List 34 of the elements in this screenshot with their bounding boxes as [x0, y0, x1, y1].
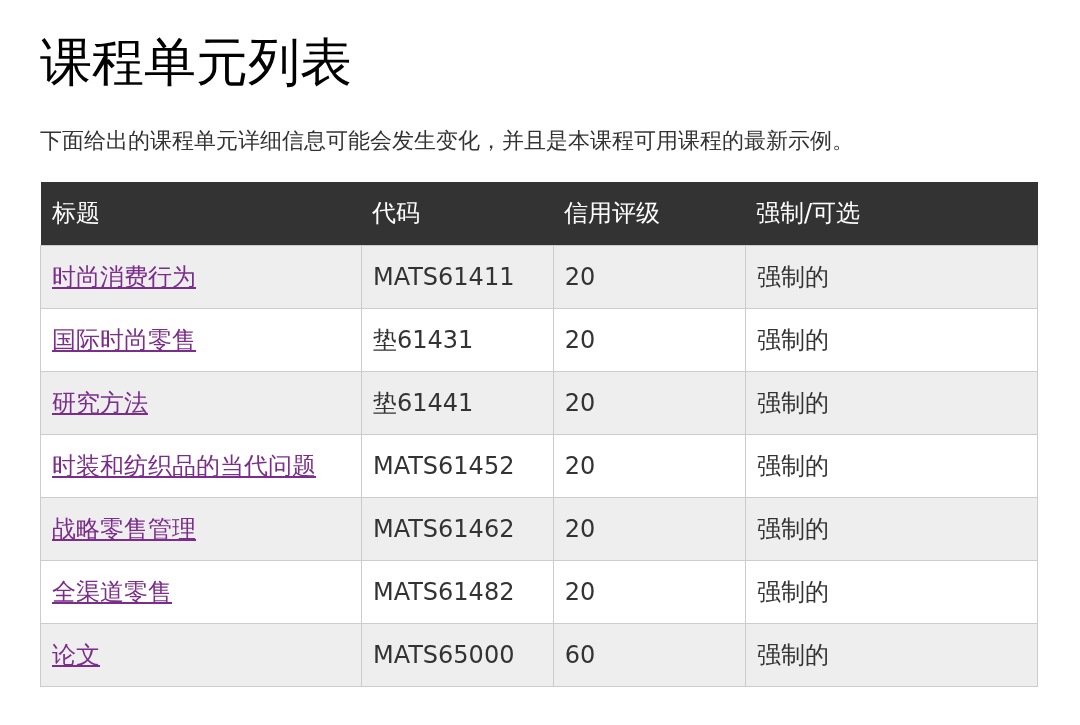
table-cell: 强制的 [745, 434, 1038, 497]
table-cell: 垫61441 [361, 371, 554, 434]
table-cell: 强制的 [745, 308, 1038, 371]
table-cell: 20 [553, 245, 745, 308]
column-header: 标题 [40, 182, 362, 245]
column-header: 强制/可选 [745, 182, 1038, 245]
table-cell: 强制的 [745, 245, 1038, 308]
page-title: 课程单元列表 [40, 31, 353, 94]
column-header: 代码 [361, 182, 554, 245]
table-cell: 20 [553, 560, 745, 623]
table-cell: 20 [553, 371, 745, 434]
table-cell: MATS61411 [361, 245, 554, 308]
table-cell: 强制的 [745, 371, 1038, 434]
table-cell: 20 [553, 497, 745, 560]
table-cell: 20 [553, 308, 745, 371]
table-cell: MATS61462 [361, 497, 554, 560]
intro-paragraph: 下面给出的课程单元详细信息可能会发生变化，并且是本课程可用课程的最新示例。 [40, 127, 855, 155]
column-header: 信用评级 [553, 182, 745, 245]
table-cell: MATS65000 [361, 623, 554, 686]
course-link[interactable]: 战略零售管理 [52, 514, 196, 543]
course-link[interactable]: 全渠道零售 [52, 577, 172, 606]
course-link[interactable]: 国际时尚零售 [52, 325, 196, 354]
table-cell: MATS61452 [361, 434, 554, 497]
table-cell: 20 [553, 434, 745, 497]
table-cell: 强制的 [745, 560, 1038, 623]
course-link[interactable]: 时尚消费行为 [52, 262, 196, 291]
table-cell: 垫61431 [361, 308, 554, 371]
table-cell: 强制的 [745, 623, 1038, 686]
table-cell: MATS61482 [361, 560, 554, 623]
course-link[interactable]: 时装和纺织品的当代问题 [52, 451, 316, 480]
table-cell: 强制的 [745, 497, 1038, 560]
course-link[interactable]: 研究方法 [52, 388, 148, 417]
course-link[interactable]: 论文 [52, 640, 100, 669]
table-cell: 60 [553, 623, 745, 686]
